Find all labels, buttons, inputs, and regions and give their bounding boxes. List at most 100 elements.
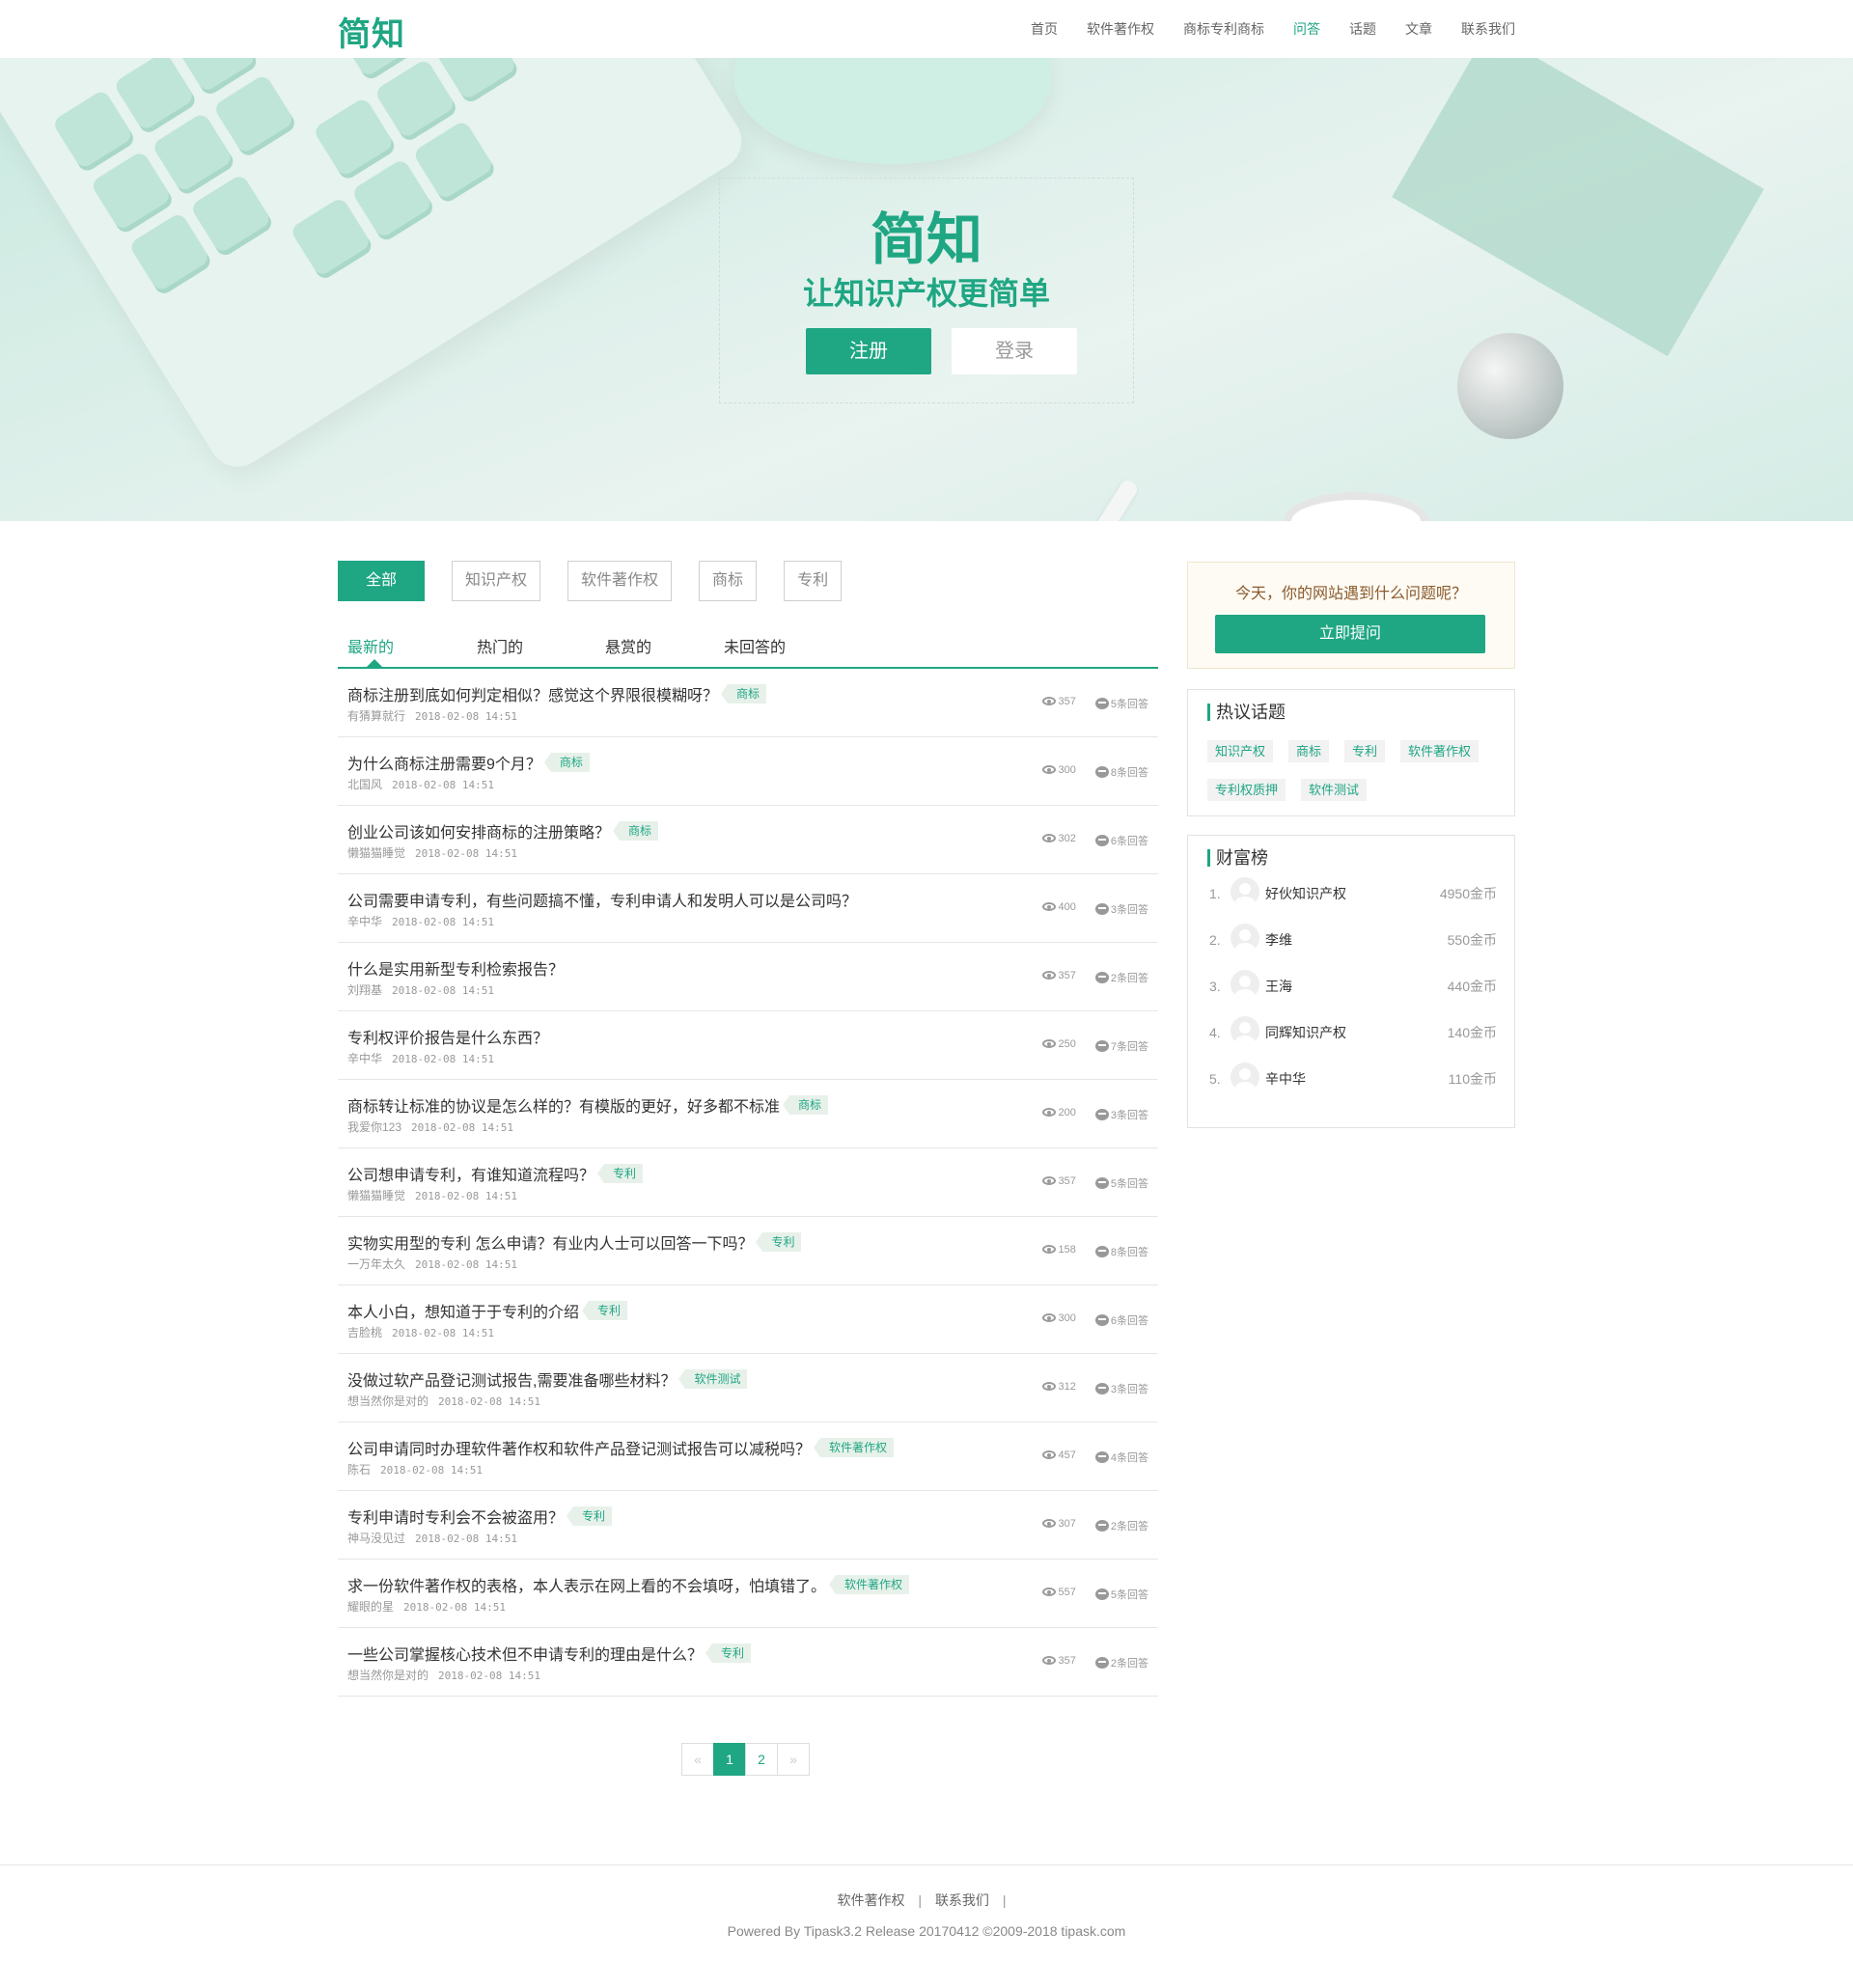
avatar[interactable] — [1231, 1016, 1259, 1045]
question-tag[interactable]: 专利 — [597, 1164, 644, 1183]
question-meta: 懒猫猫睡觉 2018-02-08 14:51 — [347, 844, 517, 861]
ranking-user-name[interactable]: 王海 — [1265, 977, 1292, 996]
footer-link-contact[interactable]: 联系我们 — [935, 1892, 989, 1908]
tab-latest[interactable]: 最新的 — [347, 634, 394, 657]
question-title[interactable]: 公司申请同时办理软件著作权和软件产品登记测试报告可以减税吗？ — [347, 1436, 811, 1459]
topic-tag[interactable]: 商标 — [1288, 740, 1330, 762]
avatar[interactable] — [1231, 924, 1259, 953]
nav-item-home[interactable]: 首页 — [1031, 19, 1058, 39]
pagination-page-2[interactable]: 2 — [745, 1743, 778, 1776]
question-tag[interactable]: 软件测试 — [678, 1369, 748, 1389]
nav-item-articles[interactable]: 文章 — [1405, 19, 1432, 39]
avatar[interactable] — [1231, 970, 1259, 999]
question-tag[interactable]: 专利 — [756, 1232, 802, 1252]
pagination-page-1[interactable]: 1 — [713, 1743, 746, 1776]
question-tag[interactable]: 商标 — [613, 821, 659, 841]
question-author[interactable]: 辛中华 — [347, 1052, 382, 1065]
question-tag[interactable]: 软件著作权 — [814, 1438, 895, 1457]
question-tag[interactable]: 专利 — [582, 1301, 628, 1320]
tab-reward[interactable]: 悬赏的 — [605, 634, 651, 657]
comment-icon — [1094, 1383, 1109, 1394]
wealth-ranking-panel: 财富榜 1. 好伙知识产权 4950金币 2. 李维 550金币 3. 王海 440金币 4. 同辉… — [1187, 835, 1515, 1128]
question-title[interactable]: 一些公司掌握核心技术但不申请专利的理由是什么？ — [347, 1642, 703, 1665]
filter-trademark[interactable]: 商标 — [699, 561, 758, 601]
question-title[interactable]: 专利申请时专利会不会被盗用？ — [347, 1505, 564, 1528]
question-title[interactable]: 商标转让标准的协议是怎么样的？有模版的更好，好多都不标准 — [347, 1093, 780, 1117]
topic-tag[interactable]: 软件测试 — [1301, 779, 1368, 801]
category-filters: 全部 知识产权 软件著作权 商标 专利 — [338, 561, 843, 601]
ranking-user-name[interactable]: 同辉知识产权 — [1265, 1023, 1346, 1042]
tab-hot[interactable]: 热门的 — [477, 634, 523, 657]
filter-ip[interactable]: 知识产权 — [452, 561, 541, 601]
nav-item-qa[interactable]: 问答 — [1293, 19, 1320, 39]
answer-count-value: 5条回答 — [1110, 699, 1148, 710]
topic-tag[interactable]: 专利 — [1344, 740, 1386, 762]
question-title[interactable]: 没做过软产品登记测试报告,需要准备哪些材料？ — [347, 1367, 676, 1391]
question-author[interactable]: 陈石 — [347, 1463, 371, 1477]
ranking-user-name[interactable]: 好伙知识产权 — [1265, 884, 1346, 903]
view-count: 250 — [1041, 1038, 1076, 1054]
question-title[interactable]: 本人小白，想知道于于专利的介绍 — [347, 1299, 579, 1322]
question-author[interactable]: 辛中华 — [347, 915, 382, 928]
question-title[interactable]: 什么是实用新型专利检索报告？ — [347, 956, 564, 980]
tab-unanswered[interactable]: 未回答的 — [724, 634, 786, 657]
eye-icon — [1041, 1108, 1056, 1117]
avatar[interactable] — [1231, 1063, 1259, 1091]
filter-software-copyright[interactable]: 软件著作权 — [567, 561, 673, 601]
question-author[interactable]: 懒猫猫睡觉 — [347, 846, 405, 860]
question-tag[interactable]: 专利 — [567, 1506, 613, 1526]
nav-item-contact[interactable]: 联系我们 — [1461, 19, 1515, 39]
question-author[interactable]: 刘翔基 — [347, 983, 382, 997]
ask-question-button[interactable]: 立即提问 — [1215, 615, 1485, 653]
question-row: 商标注册到底如何判定相似？感觉这个界限很模糊呀？ 商标 有猜算就行 2018-02-0… — [338, 669, 1158, 737]
answer-count: 2条回答 — [1094, 1655, 1148, 1670]
pagination-next[interactable]: » — [777, 1743, 810, 1776]
question-title[interactable]: 专利权评价报告是什么东西？ — [347, 1025, 548, 1048]
comment-icon — [1094, 1177, 1109, 1189]
answer-count-value: 7条回答 — [1110, 1041, 1148, 1053]
question-author[interactable]: 吉脸桃 — [347, 1326, 382, 1339]
question-author[interactable]: 想当然你是对的 — [347, 1394, 429, 1408]
ranking-user-name[interactable]: 辛中华 — [1265, 1069, 1306, 1089]
filter-patent[interactable]: 专利 — [784, 561, 843, 601]
question-title[interactable]: 创业公司该如何安排商标的注册策略？ — [347, 819, 610, 842]
view-count-value: 300 — [1058, 1312, 1076, 1324]
nav-item-topics[interactable]: 话题 — [1349, 19, 1376, 39]
question-author[interactable]: 我爱你123 — [347, 1120, 401, 1134]
question-author[interactable]: 一万年太久 — [347, 1257, 405, 1271]
question-title[interactable]: 求一份软件著作权的表格，本人表示在网上看的不会填呀，怕填错了。 — [347, 1573, 826, 1596]
view-count: 158 — [1041, 1244, 1076, 1259]
filter-all[interactable]: 全部 — [338, 561, 426, 601]
question-title[interactable]: 公司需要申请专利，有些问题搞不懂，专利申请人和发明人可以是公司吗？ — [347, 888, 857, 911]
register-button[interactable]: 注册 — [806, 328, 931, 374]
avatar[interactable] — [1231, 877, 1259, 906]
topic-tag[interactable]: 软件著作权 — [1400, 740, 1480, 762]
topic-tag[interactable]: 专利权质押 — [1207, 779, 1286, 801]
question-author[interactable]: 耀眼的星 — [347, 1600, 394, 1614]
question-author[interactable]: 有猜算就行 — [347, 709, 405, 723]
question-tag[interactable]: 商标 — [783, 1095, 829, 1115]
question-tag[interactable]: 软件著作权 — [829, 1575, 910, 1594]
question-author[interactable]: 北国风 — [347, 778, 382, 791]
site-logo[interactable]: 简知 — [338, 8, 405, 55]
footer-link-software-copyright[interactable]: 软件著作权 — [838, 1892, 905, 1908]
pagination-prev[interactable]: « — [681, 1743, 714, 1776]
question-tag[interactable]: 专利 — [705, 1643, 752, 1663]
question-stats: 250 7条回答 — [1041, 1038, 1148, 1054]
nav-item-software-copyright[interactable]: 软件著作权 — [1087, 19, 1154, 39]
question-tag[interactable]: 商标 — [543, 753, 590, 772]
nav-item-trademark-patent[interactable]: 商标专利商标 — [1183, 19, 1264, 39]
login-button[interactable]: 登录 — [952, 328, 1077, 374]
question-tag[interactable]: 商标 — [721, 684, 767, 704]
question-author[interactable]: 懒猫猫睡觉 — [347, 1189, 405, 1202]
answer-count-value: 5条回答 — [1110, 1178, 1148, 1190]
question-title[interactable]: 商标注册到底如何判定相似？感觉这个界限很模糊呀？ — [347, 682, 718, 705]
question-row: 公司想申请专利，有谁知道流程吗？ 专利 懒猫猫睡觉 2018-02-08 14:51 3… — [338, 1148, 1158, 1217]
topic-tag[interactable]: 知识产权 — [1207, 740, 1274, 762]
question-title[interactable]: 公司想申请专利，有谁知道流程吗？ — [347, 1162, 595, 1185]
question-title[interactable]: 为什么商标注册需要9个月？ — [347, 751, 541, 774]
question-author[interactable]: 神马没见过 — [347, 1532, 405, 1545]
question-author[interactable]: 想当然你是对的 — [347, 1669, 429, 1682]
ranking-user-name[interactable]: 李维 — [1265, 930, 1292, 950]
question-title[interactable]: 实物实用型的专利 怎么申请？有业内人士可以回答一下吗？ — [347, 1230, 753, 1254]
